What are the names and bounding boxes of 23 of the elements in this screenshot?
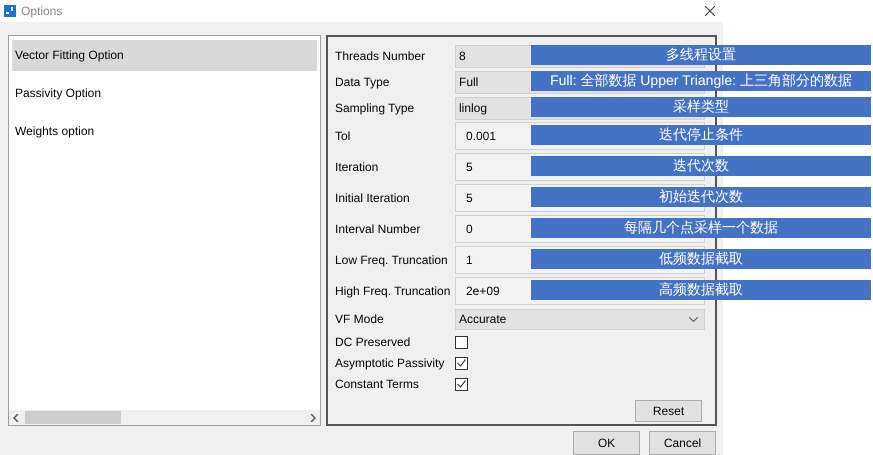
field-label: Threads Number: [335, 48, 426, 63]
field-label: High Freq. Truncation: [335, 284, 452, 298]
field-label: Iteration: [335, 160, 380, 174]
annotation-tooltip: 采样类型: [531, 96, 871, 117]
window-title: Options: [21, 4, 62, 18]
field-label: Data Type: [335, 74, 390, 89]
annotation-tooltip: 每隔几个点采样一个数据: [531, 218, 871, 238]
field-label: Constant Terms: [335, 377, 420, 392]
annotation-tooltip: Full: 全部数据 Upper Triangle: 上三角部分的数据: [531, 70, 871, 91]
annotation-tooltip: 迭代停止条件: [531, 125, 871, 146]
field-label: Sampling Type: [335, 100, 416, 115]
field-label: Initial Iteration: [335, 191, 411, 206]
annotation-tooltip: 迭代次数: [531, 156, 871, 176]
field-label: Asymptotic Passivity: [335, 356, 446, 370]
field-label: VF Mode: [335, 312, 385, 326]
annotation-tooltip: 多线程设置: [531, 44, 871, 65]
annotation-tooltip: 初始迭代次数: [531, 187, 871, 208]
field-label: Tol: [335, 129, 352, 144]
field-label: Interval Number: [335, 222, 422, 236]
field-label: Low Freq. Truncation: [335, 253, 449, 268]
annotation-tooltip: 低频数据截取: [531, 249, 871, 270]
field-label: DC Preserved: [335, 335, 412, 350]
annotation-tooltip: 高频数据截取: [531, 280, 871, 300]
